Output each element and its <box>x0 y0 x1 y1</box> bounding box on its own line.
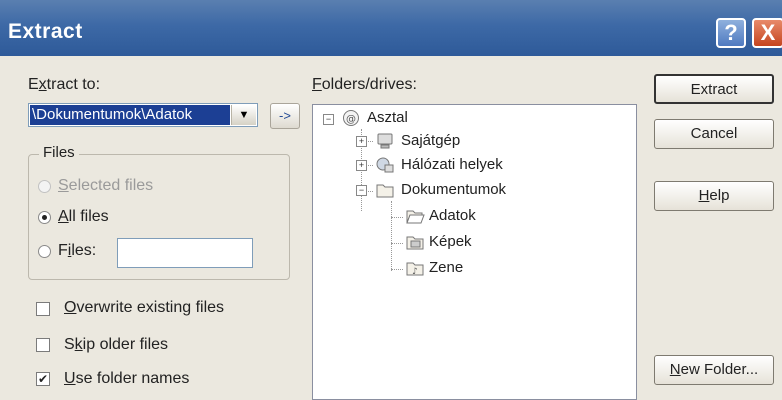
window-title: Extract <box>8 20 83 43</box>
help-title-button[interactable]: ? <box>716 18 746 48</box>
help-button[interactable]: Help <box>654 181 774 211</box>
music-folder-icon: ♪ <box>406 262 424 277</box>
skip-older-label: Skip older files <box>64 336 169 353</box>
collapse-asztal-icon[interactable]: − <box>323 114 334 125</box>
tree-item-dokumentumok[interactable]: Dokumentumok <box>401 181 506 198</box>
tree-item-sajatgep[interactable]: Sajátgép <box>401 132 460 149</box>
folders-drives-label: Folders/drives: <box>312 76 417 93</box>
extract-button[interactable]: Extract <box>654 74 774 104</box>
files-pattern-input[interactable] <box>117 238 253 268</box>
svg-text:@: @ <box>346 114 356 125</box>
tree-item-asztal[interactable]: Asztal <box>367 109 408 126</box>
use-folder-names-checkbox[interactable]: ✔ <box>36 372 50 386</box>
files-radio-label: Files: <box>58 242 97 259</box>
svg-text:♪: ♪ <box>412 267 418 277</box>
computer-icon <box>377 133 393 149</box>
tree-item-halozati-helyek[interactable]: Hálózati helyek <box>401 156 503 173</box>
files-group-legend: Files <box>39 144 79 161</box>
tree-connector <box>391 269 403 270</box>
selected-files-radio[interactable] <box>38 180 51 193</box>
expand-sajatgep-icon[interactable]: + <box>356 136 367 147</box>
files-radio[interactable] <box>38 245 51 258</box>
folder-icon <box>376 184 394 198</box>
new-folder-button[interactable]: New Folder... <box>654 355 774 385</box>
tree-item-adatok[interactable]: Adatok <box>429 207 476 224</box>
extract-to-label: Extract to: <box>28 76 101 93</box>
use-folder-names-label: Use folder names <box>64 370 190 387</box>
expand-halozati-icon[interactable]: + <box>356 160 367 171</box>
tree-connector <box>391 217 403 218</box>
cancel-button[interactable]: Cancel <box>654 119 774 149</box>
network-icon <box>376 157 394 173</box>
overwrite-label: Overwrite existing files <box>64 299 225 316</box>
extract-to-combobox[interactable]: \Dokumentumok\Adatok ▼ <box>28 103 258 127</box>
folder-open-icon <box>406 210 425 224</box>
dropdown-arrow-icon[interactable]: ▼ <box>231 105 256 125</box>
tree-item-kepek[interactable]: Képek <box>429 233 472 250</box>
all-files-label: All files <box>58 208 109 225</box>
desktop-icon: @ <box>343 110 359 126</box>
selected-files-label: Selected files <box>58 177 154 194</box>
extract-to-value[interactable]: \Dokumentumok\Adatok <box>30 105 230 125</box>
collapse-dokumentumok-icon[interactable]: − <box>356 185 367 196</box>
tree-connector <box>391 243 403 244</box>
skip-older-checkbox[interactable] <box>36 338 50 352</box>
folder-tree[interactable]: − @ Asztal + Sajátgép + Hálózati helyek … <box>312 104 637 400</box>
close-button[interactable]: X <box>752 18 782 48</box>
overwrite-checkbox[interactable] <box>36 302 50 316</box>
pictures-folder-icon <box>406 236 424 250</box>
all-files-radio[interactable] <box>38 211 51 224</box>
tree-item-zene[interactable]: Zene <box>429 259 463 276</box>
tree-connector <box>391 201 392 271</box>
title-bar: Extract ? X <box>0 0 782 56</box>
apply-path-button[interactable]: -> <box>270 103 300 129</box>
